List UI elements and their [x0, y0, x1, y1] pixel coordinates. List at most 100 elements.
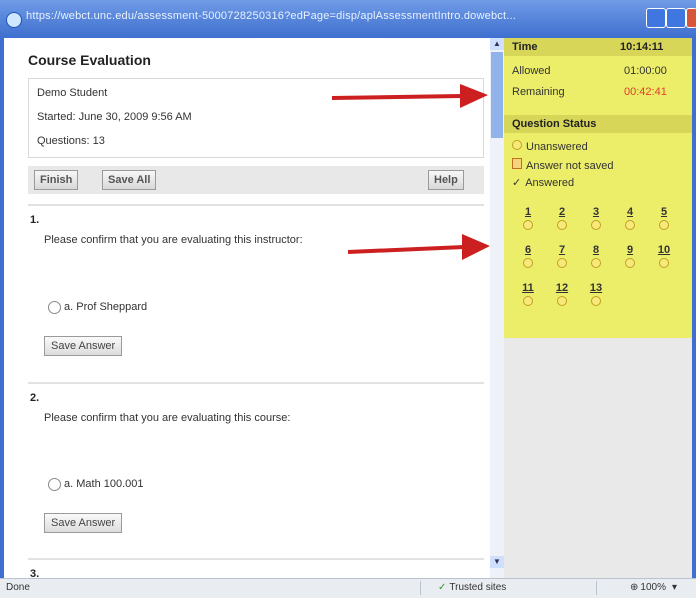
page-title: Course Evaluation [28, 52, 151, 68]
close-button[interactable] [686, 8, 696, 28]
time-label: Time [512, 41, 538, 53]
scroll-thumb[interactable] [491, 52, 503, 138]
question-text: Please confirm that you are evaluating t… [44, 412, 291, 424]
question-link[interactable]: 7 [548, 244, 576, 274]
unanswered-icon [591, 296, 601, 306]
unanswered-icon [591, 258, 601, 268]
question-link[interactable]: 3 [582, 206, 610, 236]
answer-radio[interactable] [48, 301, 61, 314]
status-divider [420, 581, 421, 595]
question-number: 3. [30, 568, 40, 578]
question-link[interactable]: 13 [582, 282, 610, 312]
ie-icon [6, 12, 22, 28]
question-link-number[interactable]: 7 [548, 244, 576, 256]
save-answer-button[interactable]: Save Answer [44, 513, 123, 533]
question-link-number[interactable]: 11 [514, 282, 542, 294]
question-link[interactable]: 11 [514, 282, 542, 312]
question-count: Questions: 13 [37, 135, 105, 147]
vertical-scrollbar[interactable]: ▲ ▼ [490, 38, 504, 578]
status-bar: Done ✓ Trusted sites ⊕ 100% ▾ [0, 578, 696, 598]
unanswered-icon [557, 258, 567, 268]
remaining-label: Remaining [512, 86, 565, 98]
started-time: Started: June 30, 2009 9:56 AM [37, 111, 192, 123]
unanswered-icon [591, 220, 601, 230]
window-frame-right [692, 38, 696, 578]
chevron-down-icon[interactable]: ▾ [672, 582, 677, 593]
question-number: 2. [30, 392, 40, 404]
security-zone[interactable]: ✓ Trusted sites [438, 582, 506, 593]
question-link-number[interactable]: 10 [650, 244, 678, 256]
question-link-number[interactable]: 3 [582, 206, 610, 218]
question-link-number[interactable]: 12 [548, 282, 576, 294]
answer-radio[interactable] [48, 478, 61, 491]
divider [28, 382, 484, 384]
help-button[interactable]: Help [428, 170, 464, 190]
unanswered-icon [659, 220, 669, 230]
not-saved-icon [512, 158, 522, 169]
unanswered-icon [523, 296, 533, 306]
question-link[interactable]: 4 [616, 206, 644, 236]
maximize-button[interactable] [666, 8, 686, 28]
title-bar: https://webct.unc.edu/assessment-5000728… [0, 0, 696, 38]
zoom-level: 100% [640, 582, 666, 593]
question-link[interactable]: 10 [650, 244, 678, 274]
question-link-number[interactable]: 13 [582, 282, 610, 294]
unanswered-icon [659, 258, 669, 268]
legend-not-saved-label: Answer not saved [526, 160, 614, 172]
annotation-arrow-icon [347, 234, 490, 260]
question-link-number[interactable]: 2 [548, 206, 576, 218]
check-icon: ✓ [438, 582, 447, 593]
question-link-number[interactable]: 1 [514, 206, 542, 218]
answer-option-label: a. Math 100.001 [64, 478, 144, 490]
question-link-number[interactable]: 6 [514, 244, 542, 256]
sidebar-highlight: Time 10:14:11 Allowed 01:00:00 Remaining… [504, 38, 692, 338]
question-status-title: Question Status [512, 118, 597, 130]
question-link[interactable]: 8 [582, 244, 610, 274]
unanswered-icon [557, 296, 567, 306]
finish-button[interactable]: Finish [34, 170, 79, 190]
legend-answered-label: Answered [525, 177, 575, 189]
question-link[interactable]: 1 [514, 206, 542, 236]
question-link-number[interactable]: 5 [650, 206, 678, 218]
question-link[interactable]: 6 [514, 244, 542, 274]
legend-unanswered: Unanswered [512, 140, 588, 153]
save-all-button[interactable]: Save All [102, 170, 157, 190]
legend-answered: ✓ Answered [512, 176, 574, 189]
question-link[interactable]: 2 [548, 206, 576, 236]
unanswered-icon [523, 258, 533, 268]
question-status-header: Question Status [504, 115, 692, 133]
assessment-toolbar: Finish Save All Help [28, 166, 484, 194]
status-sidebar: Time 10:14:11 Allowed 01:00:00 Remaining… [504, 38, 692, 578]
allowed-label: Allowed [512, 65, 551, 77]
annotation-arrow-icon [331, 84, 488, 108]
check-icon: ✓ [512, 177, 522, 189]
answer-option-label: a. Prof Sheppard [64, 301, 148, 313]
unanswered-icon [512, 140, 522, 150]
question-link[interactable]: 12 [548, 282, 576, 312]
unanswered-icon [557, 220, 567, 230]
question-link[interactable]: 9 [616, 244, 644, 274]
unanswered-icon [625, 258, 635, 268]
scroll-up-icon[interactable]: ▲ [490, 38, 504, 50]
question-link-number[interactable]: 8 [582, 244, 610, 256]
allowed-value: 01:00:00 [624, 65, 667, 77]
assessment-main-panel: Course Evaluation Demo Student Started: … [4, 38, 490, 578]
status-text: Done [6, 582, 30, 593]
legend-unanswered-label: Unanswered [526, 141, 588, 153]
question-link[interactable]: 5 [650, 206, 678, 236]
student-name: Demo Student [37, 87, 108, 99]
question-link-number[interactable]: 9 [616, 244, 644, 256]
zoom-icon: ⊕ [630, 582, 639, 593]
legend-not-saved: Answer not saved [512, 158, 613, 172]
unanswered-icon [625, 220, 635, 230]
question-text: Please confirm that you are evaluating t… [44, 234, 303, 246]
zoom-control[interactable]: ⊕ 100% ▾ [630, 582, 677, 593]
question-link-number[interactable]: 4 [616, 206, 644, 218]
status-divider [596, 581, 597, 595]
current-time: 10:14:11 [620, 41, 664, 53]
save-answer-button[interactable]: Save Answer [44, 336, 123, 356]
minimize-button[interactable] [646, 8, 666, 28]
scroll-down-icon[interactable]: ▼ [490, 556, 504, 568]
security-zone-label: Trusted sites [449, 582, 507, 593]
question-number: 1. [30, 214, 40, 226]
